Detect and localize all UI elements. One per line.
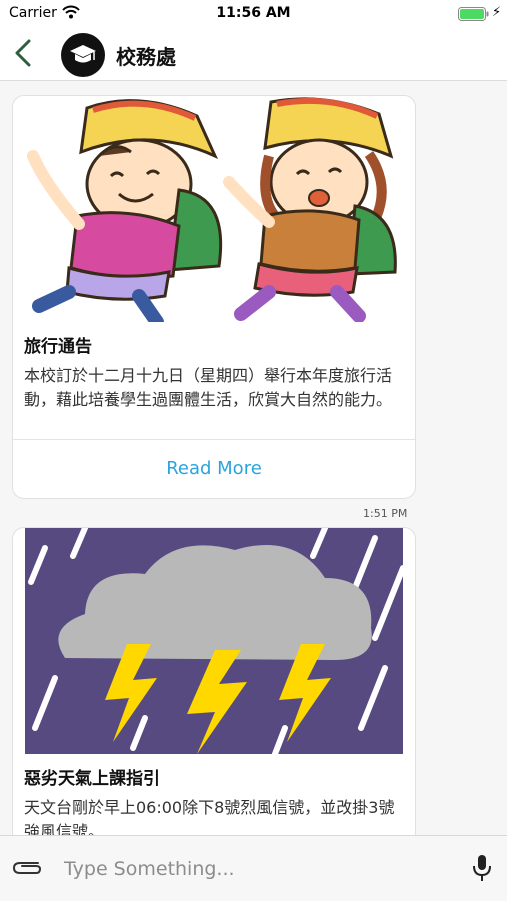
chat-header: 校務處 [0, 28, 507, 81]
message-input[interactable]: Type Something... [64, 858, 235, 880]
battery-icon [458, 7, 489, 21]
message-composer: Type Something... [0, 835, 507, 901]
clock: 11:56 AM [216, 5, 291, 21]
avatar[interactable] [61, 33, 105, 77]
message-card: 旅行通告 本校訂於十二月十九日（星期四）舉行本年度旅行活動，藉此培養學生過團體生… [12, 95, 416, 499]
message-title: 惡劣天氣上課指引 [24, 769, 160, 789]
charging-icon: ⚡ [492, 5, 502, 20]
graduation-cap-icon [70, 45, 96, 63]
message-title: 旅行通告 [24, 337, 92, 357]
message-list[interactable]: 旅行通告 本校訂於十二月十九日（星期四）舉行本年度旅行活動，藉此培養學生過團體生… [0, 81, 507, 835]
read-more-button[interactable]: Read More [13, 458, 415, 479]
message-body: 天文台剛於早上06:00除下8號烈風信號，並改掛3號強風信號。 [24, 798, 395, 835]
chat-title: 校務處 [116, 45, 176, 69]
back-arrow-icon[interactable] [12, 38, 36, 68]
status-bar: Carrier 11:56 AM ⚡ [0, 0, 507, 28]
divider [13, 439, 415, 440]
storm-image [25, 528, 403, 754]
message-timestamp: 1:51 PM [363, 507, 408, 520]
message-body: 本校訂於十二月十九日（星期四）舉行本年度旅行活動，藉此培養學生過團體生活，欣賞大… [24, 366, 393, 409]
children-hiking-image [19, 96, 409, 322]
microphone-icon[interactable] [472, 854, 492, 882]
message-card: 惡劣天氣上課指引 天文台剛於早上06:00除下8號烈風信號，並改掛3號強風信號。 [12, 527, 416, 835]
attachment-icon[interactable] [12, 858, 42, 876]
